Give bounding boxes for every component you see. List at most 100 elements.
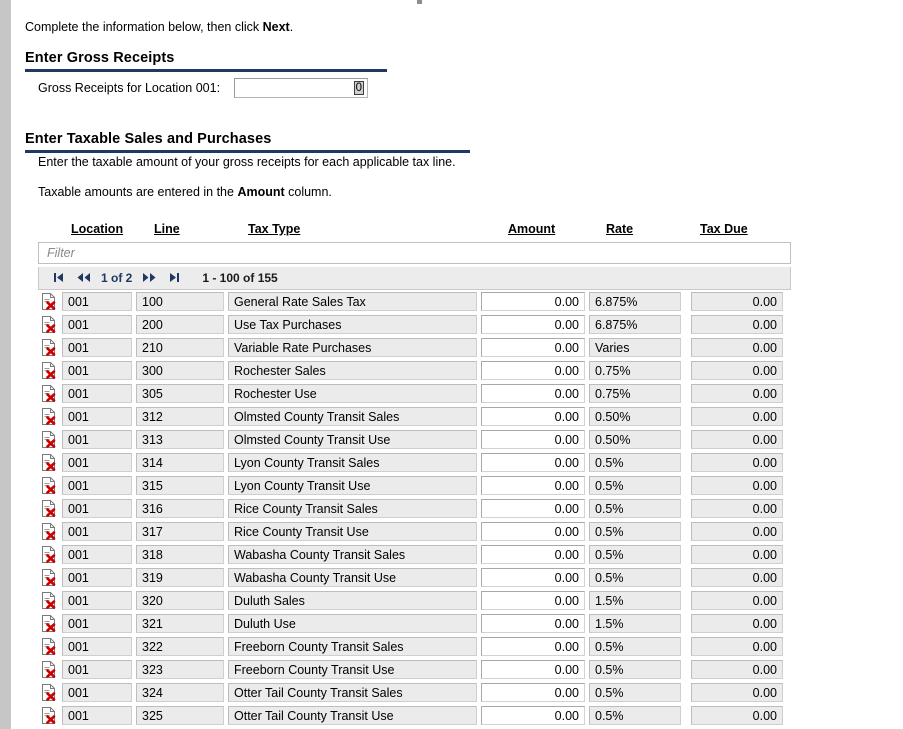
cell-tax-due: 0.00 bbox=[691, 545, 783, 564]
delete-row-icon[interactable] bbox=[40, 591, 58, 610]
cell-tax-type: Variable Rate Purchases bbox=[228, 338, 477, 357]
amount-input[interactable]: 0.00 bbox=[481, 430, 585, 449]
cell-tax-type: Duluth Use bbox=[228, 614, 477, 633]
cell-location: 001 bbox=[62, 706, 132, 725]
table-row: 001312Olmsted County Transit Sales0.000.… bbox=[38, 405, 791, 428]
delete-row-icon[interactable] bbox=[40, 545, 58, 564]
cell-tax-due: 0.00 bbox=[691, 476, 783, 495]
table-row: 001315Lyon County Transit Use0.000.5%0.0… bbox=[38, 474, 791, 497]
delete-row-icon[interactable] bbox=[40, 614, 58, 633]
amount-input[interactable]: 0.00 bbox=[481, 315, 585, 334]
pager-page-position: 1 of 2 bbox=[101, 271, 132, 285]
cell-tax-due: 0.00 bbox=[691, 591, 783, 610]
amount-input[interactable]: 0.00 bbox=[481, 706, 585, 725]
delete-row-icon[interactable] bbox=[40, 407, 58, 426]
amount-input[interactable]: 0.00 bbox=[481, 545, 585, 564]
amount-input[interactable]: 0.00 bbox=[481, 407, 585, 426]
column-header-tax-due[interactable]: Tax Due bbox=[700, 222, 748, 236]
cell-tax-type: Freeborn County Transit Use bbox=[228, 660, 477, 679]
amount-input[interactable]: 0.00 bbox=[481, 568, 585, 587]
delete-row-icon[interactable] bbox=[40, 683, 58, 702]
cell-location: 001 bbox=[62, 361, 132, 380]
intro-instruction: Complete the information below, then cli… bbox=[25, 20, 293, 34]
delete-row-icon[interactable] bbox=[40, 315, 58, 334]
amount-input[interactable]: 0.00 bbox=[481, 591, 585, 610]
amount-input[interactable]: 0.00 bbox=[481, 637, 585, 656]
table-row: 001100General Rate Sales Tax0.006.875%0.… bbox=[38, 290, 791, 313]
delete-row-icon[interactable] bbox=[40, 637, 58, 656]
gross-receipts-value: 0 bbox=[354, 81, 364, 95]
column-header-amount[interactable]: Amount bbox=[508, 222, 555, 236]
column-header-line[interactable]: Line bbox=[154, 222, 180, 236]
delete-row-icon[interactable] bbox=[40, 430, 58, 449]
amount-input[interactable]: 0.00 bbox=[481, 683, 585, 702]
gross-receipts-input[interactable]: 0 bbox=[234, 78, 368, 98]
cell-rate: 0.5% bbox=[589, 453, 681, 472]
cell-tax-type: General Rate Sales Tax bbox=[228, 292, 477, 311]
first-page-glyph bbox=[53, 273, 65, 282]
delete-row-icon[interactable] bbox=[40, 338, 58, 357]
last-page-glyph bbox=[168, 273, 180, 282]
delete-row-icon[interactable] bbox=[40, 453, 58, 472]
taxable-help-line-1: Enter the taxable amount of your gross r… bbox=[38, 155, 456, 169]
amount-input[interactable]: 0.00 bbox=[481, 453, 585, 472]
cell-location: 001 bbox=[62, 637, 132, 656]
cell-location: 001 bbox=[62, 292, 132, 311]
delete-row-icon[interactable] bbox=[40, 660, 58, 679]
cell-tax-type: Rice County Transit Sales bbox=[228, 499, 477, 518]
next-page-glyph bbox=[142, 273, 156, 282]
cell-line: 314 bbox=[136, 453, 224, 472]
cell-line: 321 bbox=[136, 614, 224, 633]
cell-line: 312 bbox=[136, 407, 224, 426]
amount-input[interactable]: 0.00 bbox=[481, 384, 585, 403]
delete-row-icon[interactable] bbox=[40, 706, 58, 725]
amount-input[interactable]: 0.00 bbox=[481, 476, 585, 495]
amount-input[interactable]: 0.00 bbox=[481, 614, 585, 633]
cell-tax-type: Olmsted County Transit Use bbox=[228, 430, 477, 449]
delete-row-icon[interactable] bbox=[40, 361, 58, 380]
pager-prev-page-icon[interactable] bbox=[77, 273, 91, 284]
pager-first-page-icon[interactable] bbox=[53, 273, 65, 284]
form-page: Complete the information below, then cli… bbox=[13, 0, 903, 729]
cell-tax-due: 0.00 bbox=[691, 683, 783, 702]
cell-tax-due: 0.00 bbox=[691, 315, 783, 334]
table-row: 001305Rochester Use0.000.75%0.00 bbox=[38, 382, 791, 405]
cell-location: 001 bbox=[62, 430, 132, 449]
delete-row-icon[interactable] bbox=[40, 476, 58, 495]
taxable-help-line-2: Taxable amounts are entered in the Amoun… bbox=[38, 185, 332, 199]
amount-input[interactable]: 0.00 bbox=[481, 361, 585, 380]
section-heading-taxable-sales: Enter Taxable Sales and Purchases bbox=[25, 131, 470, 153]
cell-tax-due: 0.00 bbox=[691, 361, 783, 380]
amount-input[interactable]: 0.00 bbox=[481, 292, 585, 311]
table-row: 001321Duluth Use0.001.5%0.00 bbox=[38, 612, 791, 635]
cell-tax-due: 0.00 bbox=[691, 522, 783, 541]
pager-last-page-icon[interactable] bbox=[168, 273, 180, 284]
amount-input[interactable]: 0.00 bbox=[481, 499, 585, 518]
column-header-location[interactable]: Location bbox=[71, 222, 123, 236]
pager-next-page-icon[interactable] bbox=[142, 273, 156, 284]
delete-row-icon[interactable] bbox=[40, 384, 58, 403]
cell-rate: 0.75% bbox=[589, 361, 681, 380]
cell-tax-due: 0.00 bbox=[691, 614, 783, 633]
delete-row-icon[interactable] bbox=[40, 499, 58, 518]
amount-input[interactable]: 0.00 bbox=[481, 338, 585, 357]
amount-input[interactable]: 0.00 bbox=[481, 522, 585, 541]
delete-row-icon[interactable] bbox=[40, 522, 58, 541]
table-row: 001317Rice County Transit Use0.000.5%0.0… bbox=[38, 520, 791, 543]
column-header-rate[interactable]: Rate bbox=[606, 222, 633, 236]
cell-location: 001 bbox=[62, 683, 132, 702]
amount-input[interactable]: 0.00 bbox=[481, 660, 585, 679]
delete-row-icon[interactable] bbox=[40, 292, 58, 311]
intro-text-before: Complete the information below, then cli… bbox=[25, 20, 263, 34]
cell-rate: 0.5% bbox=[589, 476, 681, 495]
cell-rate: 0.75% bbox=[589, 384, 681, 403]
grid-filter-input[interactable]: Filter bbox=[38, 242, 791, 264]
column-header-tax-type[interactable]: Tax Type bbox=[248, 222, 300, 236]
cell-line: 323 bbox=[136, 660, 224, 679]
left-frame-gutter bbox=[0, 0, 12, 729]
cell-tax-type: Duluth Sales bbox=[228, 591, 477, 610]
grid-pager-bar: 1 of 2 1 - 100 of 155 bbox=[38, 267, 791, 290]
cell-line: 324 bbox=[136, 683, 224, 702]
table-row: 001323Freeborn County Transit Use0.000.5… bbox=[38, 658, 791, 681]
delete-row-icon[interactable] bbox=[40, 568, 58, 587]
